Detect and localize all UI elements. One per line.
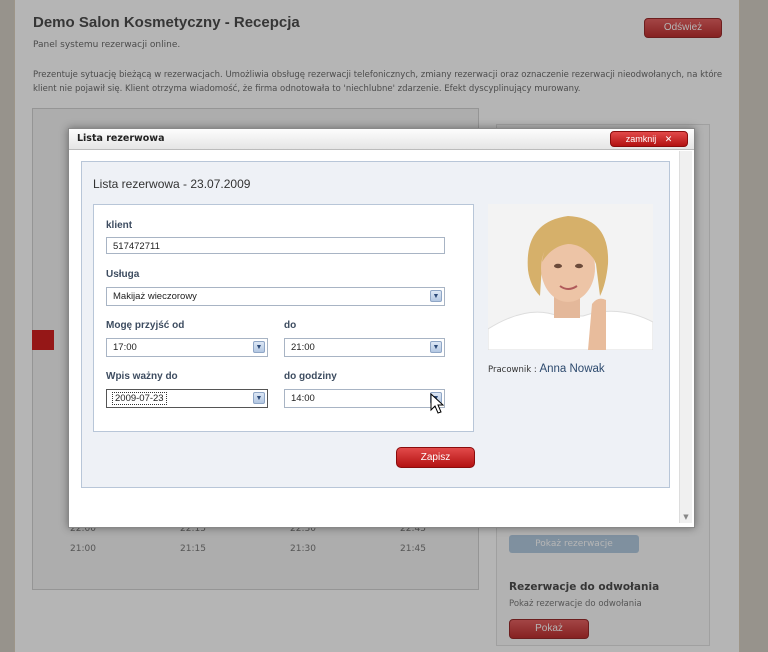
service-label: Usługa xyxy=(106,269,140,280)
from-time-value: 17:00 xyxy=(113,342,137,353)
valid-until-value: 2009-07-23 xyxy=(112,392,167,405)
from-time-select[interactable]: 17:00 ▼ xyxy=(106,338,268,357)
to-time-label: do xyxy=(284,320,297,331)
chevron-down-icon[interactable]: ▼ xyxy=(253,341,265,353)
modal-titlebar: Lista rezerwowa zamknij ✕ xyxy=(69,129,694,150)
close-label: zamknij xyxy=(625,134,657,144)
client-field[interactable]: 517472711 xyxy=(106,237,445,254)
to-time-value: 21:00 xyxy=(291,342,315,353)
service-select[interactable]: Makijaż wieczorowy ▼ xyxy=(106,287,445,306)
waiting-list-modal: Lista rezerwowa zamknij ✕ Lista rezerwow… xyxy=(68,128,695,528)
chevron-down-icon[interactable]: ▼ xyxy=(430,341,442,353)
until-hour-select[interactable]: 14:00 ▼ xyxy=(284,389,445,408)
service-value: Makijaż wieczorowy xyxy=(113,291,197,302)
valid-until-select[interactable]: 2009-07-23 ▼ xyxy=(106,389,268,408)
reservation-form: klient 517472711 Usługa Makijaż wieczoro… xyxy=(93,204,474,432)
save-button[interactable]: Zapisz xyxy=(396,447,475,468)
employee-photo xyxy=(488,204,653,350)
modal-body: Lista rezerwowa - 23.07.2009 klient 5174… xyxy=(81,161,670,488)
worker-info: Pracownik : Anna Nowak xyxy=(488,363,605,375)
chevron-down-icon[interactable]: ▼ xyxy=(430,290,442,302)
employee-portrait xyxy=(488,204,653,350)
from-time-label: Mogę przyjść od xyxy=(106,320,185,331)
worker-prefix: Pracownik : xyxy=(488,365,540,375)
close-icon: ✕ xyxy=(664,134,673,144)
valid-until-label: Wpis ważny do xyxy=(106,371,178,382)
until-hour-label: do godziny xyxy=(284,371,337,382)
close-button[interactable]: zamknij ✕ xyxy=(610,131,688,147)
modal-scrollbar[interactable]: ▼ xyxy=(679,151,692,523)
modal-heading: Lista rezerwowa - 23.07.2009 xyxy=(93,177,251,191)
to-time-select[interactable]: 21:00 ▼ xyxy=(284,338,445,357)
chevron-down-icon[interactable]: ▼ xyxy=(253,392,265,404)
worker-name: Anna Nowak xyxy=(539,363,605,375)
modal-title: Lista rezerwowa xyxy=(77,133,165,144)
until-hour-value: 14:00 xyxy=(291,393,315,404)
client-label: klient xyxy=(106,220,133,231)
scroll-down-icon[interactable]: ▼ xyxy=(680,511,692,523)
mouse-cursor-icon xyxy=(430,393,444,414)
